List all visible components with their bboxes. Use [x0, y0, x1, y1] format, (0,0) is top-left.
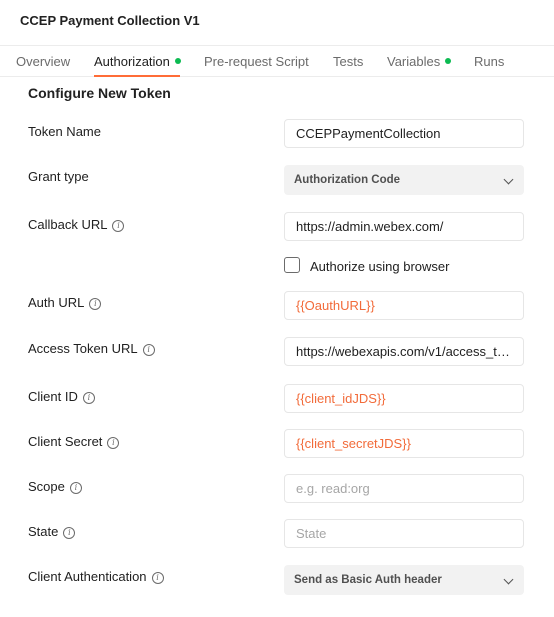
chevron-down-icon [503, 174, 514, 185]
info-icon: i [112, 220, 125, 232]
tab-overview-label: Overview [16, 54, 71, 69]
tab-bar: Overview Authorization Pre-request Scrip… [0, 45, 554, 77]
info-icon: i [82, 392, 95, 404]
access-token-url-label: Access Token URL i [28, 341, 155, 356]
authorize-browser-label: Authorize using browser [310, 259, 450, 274]
callback-url-label: Callback URL i [28, 217, 125, 232]
info-icon: i [151, 572, 164, 584]
tab-overview[interactable]: Overview [16, 54, 70, 69]
info-icon: i [63, 527, 76, 539]
grant-type-select[interactable]: Authorization Code [284, 165, 524, 195]
active-tab-indicator [94, 75, 180, 77]
status-dot-icon [445, 58, 452, 64]
tab-prerequest-label: Pre-request Script [204, 54, 309, 69]
client-authentication-label: Client Authentication i [28, 569, 164, 584]
access-token-url-label-text: Access Token URL [28, 341, 138, 356]
info-icon: i [107, 437, 120, 449]
client-id-input[interactable]: {{client_idJDS}} [284, 384, 524, 413]
client-authentication-label-text: Client Authentication [28, 569, 147, 584]
info-icon: i [142, 344, 155, 356]
status-dot-icon [174, 58, 181, 64]
access-token-url-input[interactable]: https://webexapis.com/v1/access_token [284, 337, 524, 366]
token-name-label: Token Name [28, 124, 101, 139]
auth-url-input[interactable]: {{OauthURL}} [284, 291, 524, 320]
tab-authorization-label: Authorization [94, 54, 170, 69]
client-id-label: Client ID i [28, 389, 95, 404]
grant-type-label-text: Grant type [28, 169, 89, 184]
section-title: Configure New Token [28, 85, 171, 101]
client-authentication-value: Send as Basic Auth header [294, 574, 442, 586]
scope-label: Scope i [28, 479, 82, 494]
tab-tests[interactable]: Tests [333, 54, 363, 69]
tab-runs[interactable]: Runs [474, 54, 504, 69]
client-secret-label-text: Client Secret [28, 434, 103, 449]
grant-type-value: Authorization Code [294, 174, 401, 186]
info-icon: i [89, 298, 102, 310]
state-label-text: State [28, 524, 59, 539]
tab-runs-label: Runs [474, 54, 505, 69]
scope-label-text: Scope [28, 479, 65, 494]
tab-tests-label: Tests [333, 54, 364, 69]
client-id-label-text: Client ID [28, 389, 78, 404]
callback-url-label-text: Callback URL [28, 217, 108, 232]
client-authentication-select[interactable]: Send as Basic Auth header [284, 565, 524, 595]
info-icon: i [69, 482, 82, 494]
tab-variables-label: Variables [387, 54, 441, 69]
chevron-down-icon [503, 574, 514, 585]
client-secret-input[interactable]: {{client_secretJDS}} [284, 429, 524, 458]
auth-url-label-text: Auth URL [28, 295, 85, 310]
auth-url-label: Auth URL i [28, 295, 102, 310]
client-secret-label: Client Secret i [28, 434, 120, 449]
tab-pre-request-script[interactable]: Pre-request Script [204, 54, 309, 69]
scope-input[interactable]: e.g. read:org [284, 474, 524, 503]
collection-title: CCEP Payment Collection V1 [20, 13, 200, 28]
grant-type-label: Grant type [28, 169, 89, 184]
callback-url-input[interactable]: https://admin.webex.com/ [284, 212, 524, 241]
state-label: State i [28, 524, 76, 539]
token-name-input[interactable]: CCEPPaymentCollection [284, 119, 524, 148]
state-input[interactable]: State [284, 519, 524, 548]
token-name-label-text: Token Name [28, 124, 101, 139]
authorize-browser-checkbox[interactable] [284, 257, 300, 273]
tab-authorization[interactable]: Authorization [94, 54, 181, 69]
tab-variables[interactable]: Variables [387, 54, 452, 69]
